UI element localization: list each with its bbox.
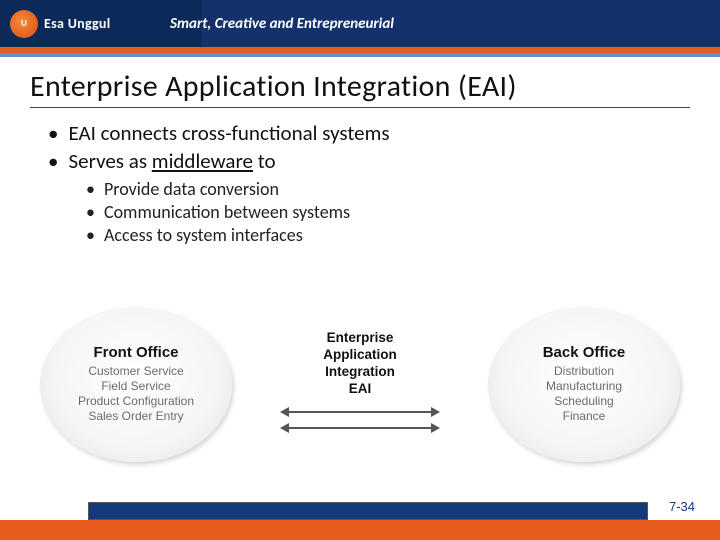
ellipse-item: Sales Order Entry xyxy=(88,409,183,424)
ellipse-item: Finance xyxy=(563,409,606,424)
bullet-dot-icon: • xyxy=(86,224,95,246)
arrow-right-icon xyxy=(280,407,440,417)
sub-bullet-text: Communication between systems xyxy=(104,201,350,223)
ellipse-item: Scheduling xyxy=(554,394,613,409)
ellipse-title: Front Office xyxy=(94,344,179,361)
logo-icon: U xyxy=(10,10,38,38)
ellipse-item: Product Configuration xyxy=(78,394,194,409)
center-label: Enterprise Application Integration EAI xyxy=(323,330,397,398)
bidirectional-arrows xyxy=(280,402,440,438)
eai-diagram: Front Office Customer Service Field Serv… xyxy=(10,290,710,478)
bullet-text: Serves as middleware to xyxy=(68,148,275,174)
back-office-ellipse: Back Office Distribution Manufacturing S… xyxy=(488,307,680,462)
sub-bullet-item: • Communication between systems xyxy=(86,201,680,223)
ellipse-item: Manufacturing xyxy=(546,379,622,394)
bullet-dot-icon: • xyxy=(86,201,95,223)
bullet-item: • EAI connects cross-functional systems xyxy=(48,120,680,146)
bullet-dot-icon: • xyxy=(86,178,95,200)
front-office-ellipse: Front Office Customer Service Field Serv… xyxy=(40,307,232,462)
bullet-dot-icon: • xyxy=(48,120,58,146)
ellipse-title: Back Office xyxy=(543,344,626,361)
ellipse-item: Field Service xyxy=(101,379,170,394)
sub-bullet-text: Provide data conversion xyxy=(104,178,279,200)
slide-header: U Esa Unggul Smart, Creative and Entrepr… xyxy=(0,0,720,50)
bullet-item: • Serves as middleware to xyxy=(48,148,680,174)
ellipse-item: Customer Service xyxy=(88,364,183,379)
diagram-center: Enterprise Application Integration EAI xyxy=(270,330,450,438)
content-area: • EAI connects cross-functional systems … xyxy=(0,116,720,246)
slide-footer: 7-34 xyxy=(0,490,720,540)
header-tagline: Smart, Creative and Entrepreneurial xyxy=(170,15,394,33)
bullet-text: EAI connects cross-functional systems xyxy=(68,120,389,146)
page-number: 7-34 xyxy=(669,499,695,514)
accent-stripe xyxy=(0,48,720,57)
sub-bullet-text: Access to system interfaces xyxy=(104,224,303,246)
logo-text: Esa Unggul xyxy=(44,15,111,32)
footer-blue-bar xyxy=(88,502,648,520)
arrow-left-icon xyxy=(280,423,440,433)
ellipse-item: Distribution xyxy=(554,364,614,379)
sub-bullet-item: • Access to system interfaces xyxy=(86,224,680,246)
bullet-dot-icon: • xyxy=(48,148,58,174)
underlined-term: middleware xyxy=(152,148,253,174)
sub-bullet-item: • Provide data conversion xyxy=(86,178,680,200)
slide-title: Enterprise Application Integration (EAI) xyxy=(30,68,690,108)
logo: U Esa Unggul xyxy=(10,6,130,42)
sub-bullet-list: • Provide data conversion • Communicatio… xyxy=(86,178,680,246)
footer-orange-bar xyxy=(0,520,720,540)
